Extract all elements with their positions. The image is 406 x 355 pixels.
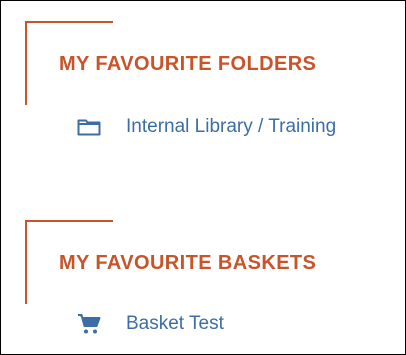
heading-bracket-top [25, 21, 113, 23]
heading-bracket-top [25, 220, 113, 222]
favourite-folders-section: MY FAVOURITE FOLDERS Internal Library / … [25, 21, 395, 137]
heading-bracket-left [25, 220, 27, 304]
folder-icon [77, 116, 103, 138]
favourite-folder-item[interactable]: Internal Library / Training [77, 116, 336, 138]
cart-icon [77, 313, 103, 335]
section-heading-frame: MY FAVOURITE BASKETS [25, 220, 395, 304]
favourite-basket-label: Basket Test [126, 313, 224, 334]
favourite-basket-item[interactable]: Basket Test [77, 313, 224, 335]
section-heading-frame: MY FAVOURITE FOLDERS [25, 21, 395, 105]
favourite-baskets-heading: MY FAVOURITE BASKETS [59, 252, 317, 274]
heading-bracket-left [25, 21, 27, 105]
favourite-baskets-section: MY FAVOURITE BASKETS Basket Test [25, 220, 395, 334]
favourites-panel: MY FAVOURITE FOLDERS Internal Library / … [0, 0, 406, 355]
favourite-folder-label: Internal Library / Training [126, 116, 337, 137]
favourite-folders-heading: MY FAVOURITE FOLDERS [59, 53, 317, 75]
